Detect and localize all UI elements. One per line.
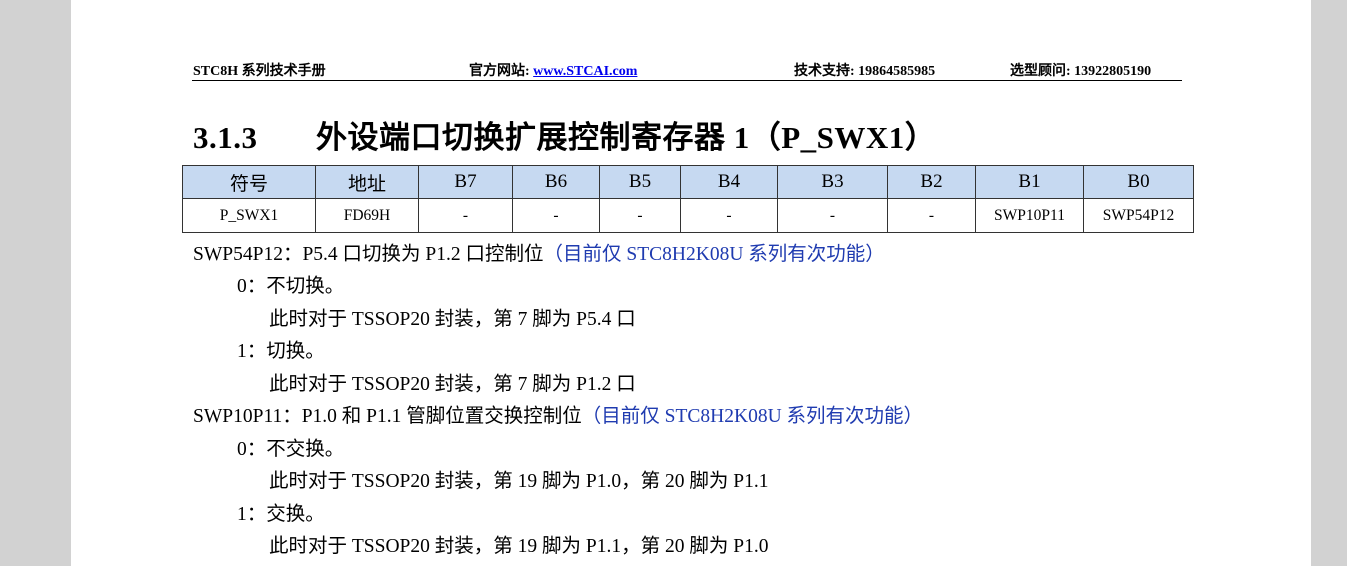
header-manual-title: STC8H 系列技术手册: [193, 64, 326, 79]
header-website-label: 官方网站:: [469, 64, 530, 79]
value-cell: SWP54P12: [1083, 198, 1194, 233]
header-advisor: 选型顾问: 13922805190: [1010, 64, 1152, 79]
value-cell: P_SWX1: [182, 198, 316, 233]
value-cell: -: [777, 198, 888, 233]
header-cell: 地址: [315, 165, 419, 199]
section-number: 3.1.3: [193, 120, 258, 155]
website-link[interactable]: www.STCAI.com: [533, 64, 637, 79]
swp54p12-option-0: 0：不切换。: [237, 276, 345, 297]
header-cell: B6: [512, 165, 600, 199]
header-divider: [192, 80, 1182, 81]
value-cell: -: [512, 198, 600, 233]
header-cell: B1: [975, 165, 1084, 199]
swp10p11-option-0: 0：不交换。: [237, 439, 345, 460]
value-cell: -: [418, 198, 513, 233]
document-page: STC8H 系列技术手册 官方网站: www.STCAI.com 技术支持: 1…: [71, 0, 1311, 566]
header-website: 官方网站: www.STCAI.com: [469, 60, 637, 80]
swp54p12-option-1-detail: 此时对于 TSSOP20 封装，第 7 脚为 P1.2 口: [269, 374, 636, 395]
header-cell: 符号: [182, 165, 316, 199]
value-cell: FD69H: [315, 198, 419, 233]
section-heading: 3.1.3 外设端口切换扩展控制寄存器 1（P_SWX1）: [193, 112, 936, 157]
header-support: 技术支持: 19864585985: [794, 64, 936, 79]
value-cell: SWP10P11: [975, 198, 1084, 233]
header-cell: B3: [777, 165, 888, 199]
header-cell: B2: [887, 165, 976, 199]
register-header-row: 符号 地址 B7 B6 B5 B4 B3 B2 B1 B0: [182, 165, 1194, 199]
swp10p11-option-1-detail: 此时对于 TSSOP20 封装，第 19 脚为 P1.1，第 20 脚为 P1.…: [269, 536, 769, 557]
header-cell: B7: [418, 165, 513, 199]
swp10p11-text: SWP10P11：P1.0 和 P1.1 管脚位置交换控制位: [193, 406, 582, 427]
swp10p11-option-1: 1：交换。: [237, 504, 325, 525]
swp10p11-note: （目前仅 STC8H2K08U 系列有次功能）: [581, 406, 924, 427]
swp10p11-option-0-detail: 此时对于 TSSOP20 封装，第 19 脚为 P1.0，第 20 脚为 P1.…: [269, 471, 769, 492]
register-value-row: P_SWX1 FD69H - - - - - - SWP10P11 SWP54P…: [182, 198, 1194, 233]
swp54p12-option-1: 1：切换。: [237, 341, 325, 362]
swp10p11-description: SWP10P11：P1.0 和 P1.1 管脚位置交换控制位（目前仅 STC8H…: [193, 399, 923, 428]
section-title: 外设端口切换扩展控制寄存器 1（P_SWX1）: [316, 120, 937, 155]
header-cell: B5: [599, 165, 681, 199]
header-cell: B0: [1083, 165, 1194, 199]
swp54p12-description: SWP54P12：P5.4 口切换为 P1.2 口控制位（目前仅 STC8H2K…: [193, 237, 885, 266]
swp54p12-text: SWP54P12：P5.4 口切换为 P1.2 口控制位: [193, 244, 544, 265]
value-cell: -: [599, 198, 681, 233]
value-cell: -: [887, 198, 976, 233]
swp54p12-option-0-detail: 此时对于 TSSOP20 封装，第 7 脚为 P5.4 口: [269, 309, 636, 330]
value-cell: -: [680, 198, 778, 233]
header-cell: B4: [680, 165, 778, 199]
swp54p12-note: （目前仅 STC8H2K08U 系列有次功能）: [543, 244, 885, 265]
register-table: 符号 地址 B7 B6 B5 B4 B3 B2 B1 B0 P_SWX1 FD6…: [182, 165, 1194, 233]
